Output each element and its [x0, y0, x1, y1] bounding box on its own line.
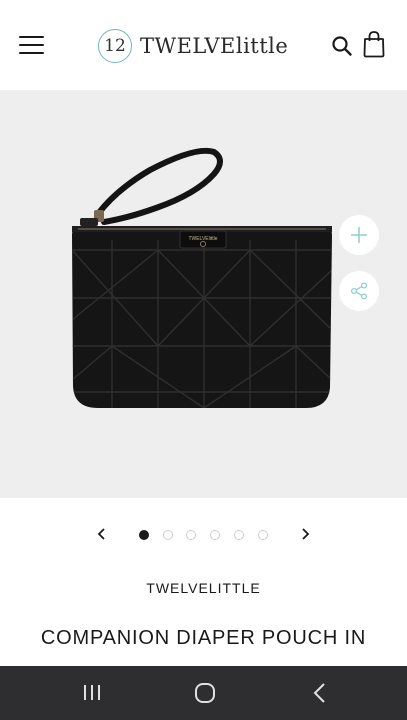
recent-apps-icon[interactable] [77, 678, 107, 708]
app-header: 12 TWELVElittle [0, 0, 407, 90]
back-chevron-icon[interactable] [305, 678, 335, 708]
carousel-dot[interactable] [234, 530, 244, 540]
shopping-bag-icon[interactable] [362, 30, 386, 58]
logo-wordmark: TWELVElittle [140, 34, 288, 58]
carousel-dot[interactable] [210, 530, 220, 540]
product-image-area[interactable]: TWELVElittle [0, 90, 407, 498]
carousel-dot[interactable] [139, 530, 149, 540]
logo-number: 12 [104, 36, 126, 56]
carousel-dot[interactable] [258, 530, 268, 540]
search-icon[interactable] [331, 35, 353, 57]
chevron-right-icon[interactable] [298, 527, 312, 541]
plus-icon [351, 227, 367, 243]
home-circle-icon[interactable] [190, 678, 220, 708]
chevron-left-icon[interactable] [95, 527, 109, 541]
pouch-tag-text: TWELVElittle [188, 236, 217, 242]
carousel-dot[interactable] [186, 530, 196, 540]
hamburger-menu-icon[interactable] [19, 36, 44, 56]
image-carousel-controls [0, 520, 407, 550]
brand-logo[interactable]: 12 TWELVElittle [98, 26, 288, 66]
logo-badge: 12 [98, 29, 132, 63]
system-navigation-bar [0, 666, 407, 720]
zoom-plus-button[interactable] [339, 215, 379, 255]
product-brand[interactable]: TWELVELITTLE [0, 580, 407, 596]
logo-text-light: little [235, 34, 289, 58]
product-title: COMPANION DIAPER POUCH IN [40, 627, 367, 649]
logo-text-bold: TWELVE [140, 34, 236, 58]
share-button[interactable] [339, 271, 379, 311]
carousel-dot[interactable] [163, 530, 173, 540]
share-icon [350, 282, 368, 300]
